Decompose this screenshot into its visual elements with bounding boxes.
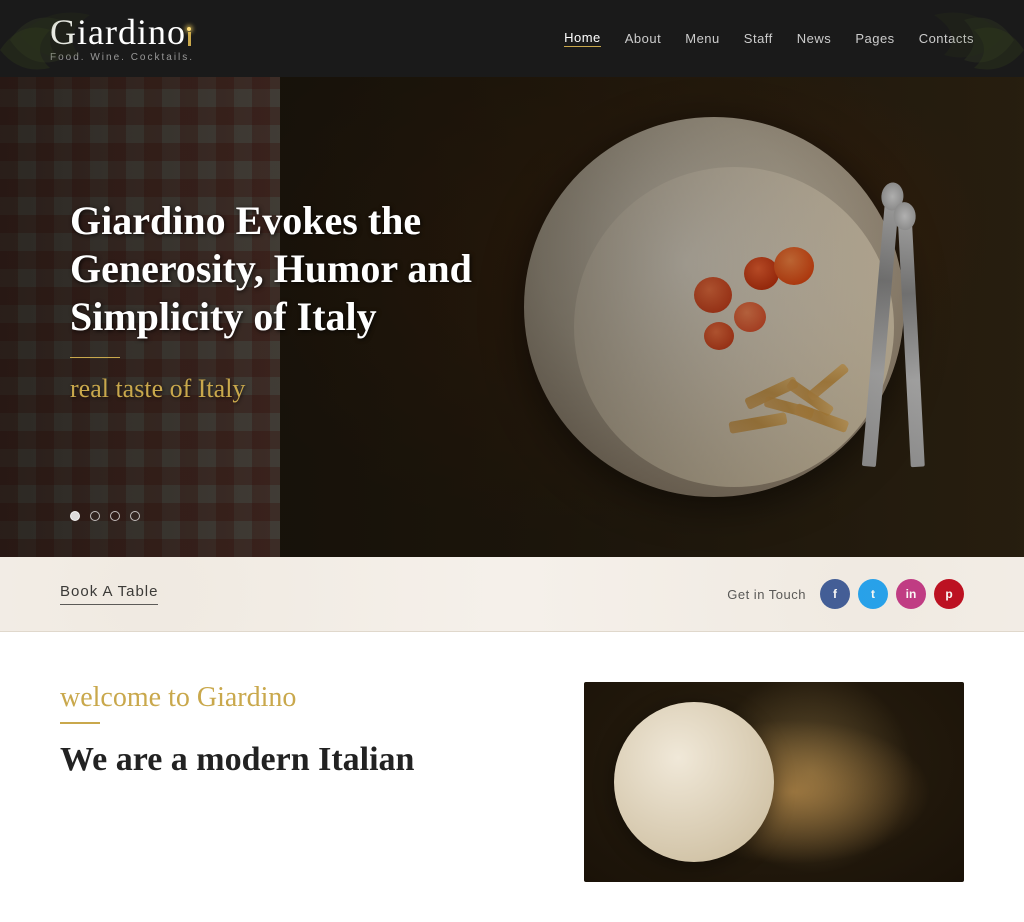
logo-candle-icon (188, 32, 191, 46)
hero-divider (70, 357, 120, 358)
slide-dot-3[interactable] (110, 511, 120, 521)
nav-about[interactable]: About (625, 31, 661, 46)
book-table-underline (60, 604, 158, 605)
hero-content: Giardino Evokes the Generosity, Humor an… (70, 197, 550, 404)
logo-text: Giardino (50, 14, 186, 50)
social-twitter[interactable]: t (858, 579, 888, 609)
book-table-container[interactable]: Book A Table (60, 583, 158, 605)
welcome-food-image (584, 682, 964, 882)
book-table-label[interactable]: Book A Table (60, 583, 158, 600)
welcome-script-title: welcome to Giardino (60, 682, 534, 714)
hero-subtitle: real taste of Italy (70, 374, 550, 404)
get-in-touch-label: Get in Touch (727, 587, 806, 602)
nav-menu[interactable]: Menu (685, 31, 720, 46)
welcome-image-area (584, 682, 964, 882)
welcome-text-area: welcome to Giardino We are a modern Ital… (60, 682, 534, 781)
nav-news[interactable]: News (797, 31, 832, 46)
social-pinterest[interactable]: p (934, 579, 964, 609)
social-icons-group: f t in p (820, 579, 964, 609)
social-facebook[interactable]: f (820, 579, 850, 609)
logo-container[interactable]: Giardino Food. Wine. Cocktails. (50, 14, 194, 63)
welcome-section: welcome to Giardino We are a modern Ital… (0, 632, 1024, 922)
hero-section: Giardino Evokes the Generosity, Humor an… (0, 77, 1024, 557)
nav-contacts[interactable]: Contacts (919, 31, 974, 46)
nav-home[interactable]: Home (564, 30, 601, 47)
action-bar: Book A Table Get in Touch f t in p (0, 557, 1024, 632)
site-header: Giardino Food. Wine. Cocktails. Home Abo… (0, 0, 1024, 77)
social-instagram[interactable]: in (896, 579, 926, 609)
hero-title: Giardino Evokes the Generosity, Humor an… (70, 197, 550, 341)
logo-tagline: Food. Wine. Cocktails. (50, 52, 194, 63)
welcome-main-title: We are a modern Italian (60, 740, 534, 781)
hero-slide-dots (70, 511, 140, 521)
main-nav: Home About Menu Staff News Pages Contact… (564, 30, 974, 47)
welcome-plate (614, 702, 774, 862)
slide-dot-1[interactable] (70, 511, 80, 521)
slide-dot-2[interactable] (90, 511, 100, 521)
nav-pages[interactable]: Pages (855, 31, 894, 46)
get-in-touch-container: Get in Touch f t in p (727, 579, 964, 609)
nav-staff[interactable]: Staff (744, 31, 773, 46)
welcome-divider (60, 722, 100, 724)
slide-dot-4[interactable] (130, 511, 140, 521)
